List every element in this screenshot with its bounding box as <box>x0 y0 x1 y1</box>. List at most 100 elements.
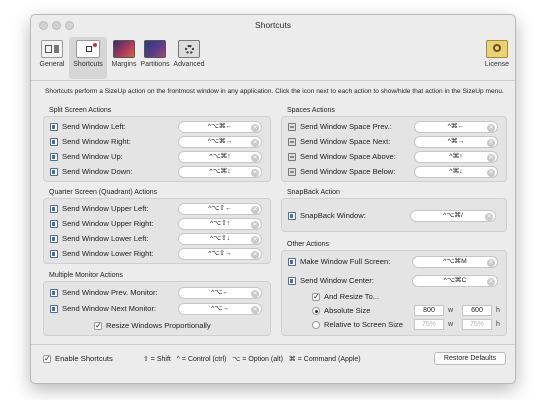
split-row-down: Send Window Down: <box>50 165 133 178</box>
split-left-label: Send Window Left: <box>62 122 126 131</box>
split-left-menu-toggle-icon[interactable] <box>50 122 58 131</box>
clear-icon[interactable]: ✕ <box>251 138 259 147</box>
toolbar-general-label: General <box>39 61 65 68</box>
clear-icon[interactable]: ✕ <box>251 289 259 298</box>
clear-icon[interactable]: ✕ <box>251 220 259 229</box>
toolbar-general[interactable]: General <box>35 37 69 68</box>
clear-icon[interactable]: ✕ <box>487 138 495 147</box>
toolbar-advanced-label: Advanced <box>173 61 205 68</box>
split-right-menu-toggle-icon[interactable] <box>50 137 58 146</box>
clear-icon[interactable]: ✕ <box>487 123 495 132</box>
toolbar-license[interactable]: License <box>479 37 515 68</box>
fullscreen-menu-toggle-icon[interactable] <box>288 257 296 266</box>
quarter-upper-right-label: Send Window Upper Right: <box>62 219 154 228</box>
space-prev-shortcut-field[interactable]: ^⌘← ✕ <box>414 121 498 133</box>
toolbar-advanced[interactable]: Advanced <box>171 37 207 68</box>
space-below-menu-toggle-icon[interactable] <box>288 167 296 176</box>
enable-shortcuts-checkbox[interactable] <box>43 354 51 363</box>
center-shortcut-field[interactable]: ^⌥⌘C ✕ <box>412 275 498 287</box>
quarter-upper-right-menu-toggle-icon[interactable] <box>50 219 58 228</box>
clear-icon[interactable]: ✕ <box>487 153 495 162</box>
snapback-panel: SnapBack Window: ^⌥⌘/ ✕ <box>281 198 507 232</box>
monitor-next-shortcut-field[interactable]: ^⌥→ ✕ <box>178 303 262 315</box>
snapback-menu-toggle-icon[interactable] <box>288 211 296 220</box>
clear-icon[interactable]: ✕ <box>251 235 259 244</box>
advanced-icon <box>178 40 200 58</box>
clear-icon[interactable]: ✕ <box>251 123 259 132</box>
preferences-toolbar: General Shortcuts Margins Partitions Adv… <box>31 35 515 81</box>
clear-icon[interactable]: ✕ <box>487 258 495 267</box>
window-title: Shortcuts <box>255 20 291 30</box>
space-above-label: Send Window Space Above: <box>300 152 396 161</box>
clear-icon[interactable]: ✕ <box>251 250 259 259</box>
quarter-upper-right-shortcut: ^⌥⇧↑ <box>209 220 231 227</box>
monitor-prev-label: Send Window Prev. Monitor: <box>62 288 158 297</box>
clear-icon[interactable]: ✕ <box>251 168 259 177</box>
absolute-height-input[interactable]: 600 <box>462 305 492 316</box>
minimize-window-button[interactable] <box>52 21 61 30</box>
clear-icon[interactable]: ✕ <box>487 277 495 286</box>
clear-icon[interactable]: ✕ <box>251 205 259 214</box>
relative-width-input[interactable]: 75% <box>414 319 444 330</box>
snapback-title: SnapBack Action <box>287 189 340 196</box>
clear-icon[interactable]: ✕ <box>485 212 493 221</box>
clear-icon[interactable]: ✕ <box>251 153 259 162</box>
quarter-upper-right-shortcut-field[interactable]: ^⌥⇧↑ ✕ <box>178 218 262 230</box>
space-next-menu-toggle-icon[interactable] <box>288 137 296 146</box>
relative-size-row[interactable]: Relative to Screen Size <box>312 318 403 331</box>
absolute-width-input[interactable]: 800 <box>414 305 444 316</box>
toolbar-shortcuts[interactable]: Shortcuts <box>69 37 107 79</box>
absolute-height-unit: h <box>496 307 500 314</box>
toolbar-partitions[interactable]: Partitions <box>135 37 175 68</box>
resize-proportionally-row[interactable]: Resize Windows Proportionally <box>94 319 211 332</box>
clear-icon[interactable]: ✕ <box>251 305 259 314</box>
split-row-up: Send Window Up: <box>50 150 123 163</box>
quarter-lower-left-shortcut-field[interactable]: ^⌥⇧↓ ✕ <box>178 233 262 245</box>
space-below-shortcut-field[interactable]: ^⌘↓ ✕ <box>414 166 498 178</box>
quarter-lower-left-menu-toggle-icon[interactable] <box>50 234 58 243</box>
relative-size-radio[interactable] <box>312 320 320 329</box>
absolute-size-row[interactable]: Absolute Size <box>312 304 370 317</box>
split-down-menu-toggle-icon[interactable] <box>50 167 58 176</box>
enable-shortcuts-row[interactable]: Enable Shortcuts <box>43 352 113 365</box>
space-above-menu-toggle-icon[interactable] <box>288 152 296 161</box>
space-prev-label: Send Window Space Prev.: <box>300 122 392 131</box>
split-left-shortcut-field[interactable]: ^⌥⌘← ✕ <box>178 121 262 133</box>
relative-height-input[interactable]: 75% <box>462 319 492 330</box>
split-down-shortcut-field[interactable]: ^⌥⌘↓ ✕ <box>178 166 262 178</box>
quarter-upper-left-shortcut-field[interactable]: ^⌥⇧← ✕ <box>178 203 262 215</box>
monitor-row-prev: Send Window Prev. Monitor: <box>50 286 158 299</box>
snapback-label: SnapBack Window: <box>300 211 366 220</box>
quarter-row-lower-right: Send Window Lower Right: <box>50 247 154 260</box>
split-up-shortcut-field[interactable]: ^⌥⌘↑ ✕ <box>178 151 262 163</box>
snapback-shortcut-field[interactable]: ^⌥⌘/ ✕ <box>410 210 496 222</box>
zoom-window-button[interactable] <box>65 21 74 30</box>
quarter-upper-left-shortcut: ^⌥⇧← <box>208 205 232 212</box>
monitor-prev-menu-toggle-icon[interactable] <box>50 288 58 297</box>
space-next-shortcut-field[interactable]: ^⌘→ ✕ <box>414 136 498 148</box>
split-up-label: Send Window Up: <box>62 152 123 161</box>
restore-defaults-button[interactable]: Restore Defaults <box>434 352 506 365</box>
shortcuts-icon <box>76 40 100 58</box>
quarter-lower-right-shortcut-field[interactable]: ^⌥⇧→ ✕ <box>178 248 262 260</box>
space-above-shortcut-field[interactable]: ^⌘↑ ✕ <box>414 151 498 163</box>
monitor-prev-shortcut-field[interactable]: ^⌥← ✕ <box>178 287 262 299</box>
close-window-button[interactable] <box>39 21 48 30</box>
center-menu-toggle-icon[interactable] <box>288 276 296 285</box>
space-row-prev: Send Window Space Prev.: <box>288 120 392 133</box>
space-prev-shortcut: ^⌘← <box>447 123 465 130</box>
relative-width-unit: w <box>448 321 454 328</box>
quarter-lower-right-menu-toggle-icon[interactable] <box>50 249 58 258</box>
quarter-upper-left-menu-toggle-icon[interactable] <box>50 204 58 213</box>
split-up-menu-toggle-icon[interactable] <box>50 152 58 161</box>
resize-to-row[interactable]: And Resize To... <box>312 290 379 303</box>
space-prev-menu-toggle-icon[interactable] <box>288 122 296 131</box>
resize-to-checkbox[interactable] <box>312 292 320 301</box>
split-right-shortcut-field[interactable]: ^⌥⌘→ ✕ <box>178 136 262 148</box>
monitor-next-menu-toggle-icon[interactable] <box>50 304 58 313</box>
absolute-size-radio[interactable] <box>312 306 320 315</box>
clear-icon[interactable]: ✕ <box>487 168 495 177</box>
resize-proportionally-checkbox[interactable] <box>94 321 102 330</box>
fullscreen-shortcut-field[interactable]: ^⌥⌘M ✕ <box>412 256 498 268</box>
monitor-prev-shortcut: ^⌥← <box>211 289 229 296</box>
